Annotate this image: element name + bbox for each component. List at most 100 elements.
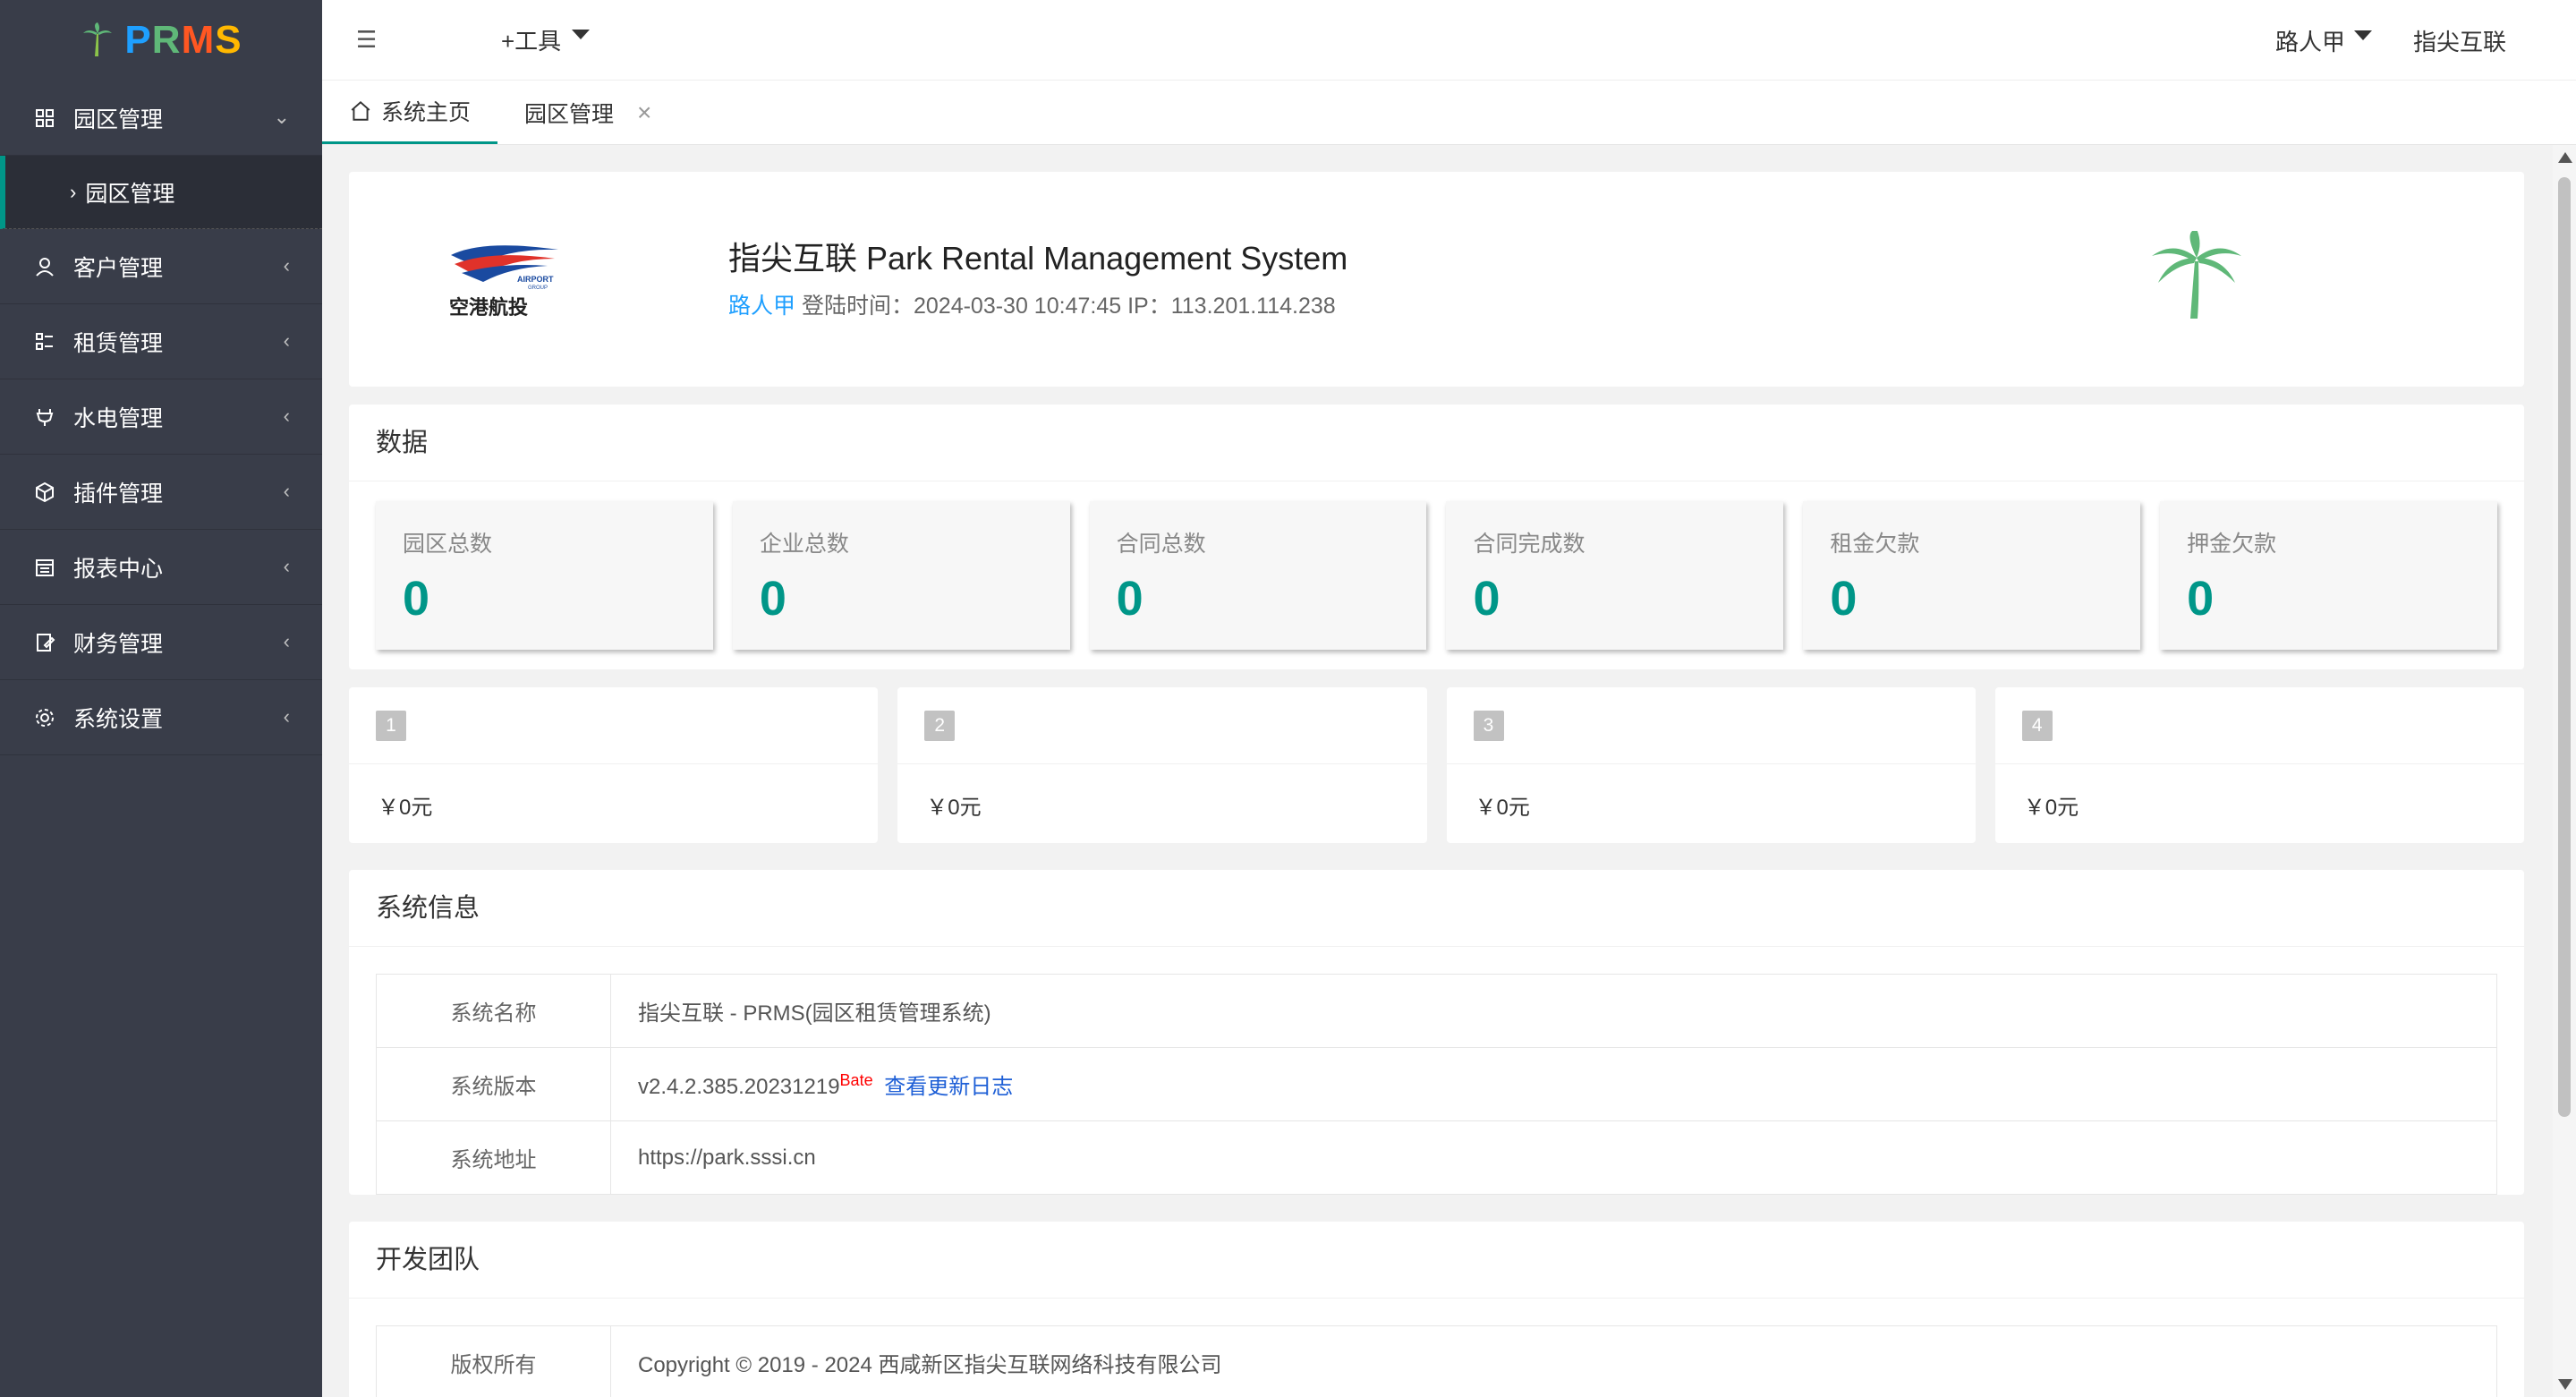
caret-down-icon	[572, 30, 591, 39]
palm-tree-icon	[2152, 231, 2241, 319]
tools-label: +工具	[501, 28, 562, 55]
sidebar-item-reports[interactable]: 报表中心 ‹	[0, 530, 322, 605]
chevron-down-icon: ⌄	[273, 106, 290, 128]
sidebar-item-plugins[interactable]: 插件管理 ‹	[0, 455, 322, 530]
stat-value: 0	[1116, 572, 1143, 626]
report-icon	[32, 555, 57, 580]
chevron-left-icon: ‹	[283, 630, 290, 652]
chevron-left-icon: ‹	[283, 480, 290, 502]
stat-label: 企业总数	[759, 532, 849, 557]
company-link[interactable]: 指尖互联	[2413, 24, 2506, 57]
data-card: 数据 园区总数 0 企业总数 0 合同总数 0 合同完成数 0 租金欠款 0 押…	[349, 405, 2524, 669]
sidebar-subitem-park[interactable]: › 园区管理	[0, 156, 322, 229]
logo-en-text-2: GROUP	[528, 285, 548, 291]
sidebar-item-label: 财务管理	[73, 631, 164, 657]
tab-park[interactable]: 园区管理 ×	[497, 81, 678, 144]
money-card: 1 ￥0元	[349, 687, 879, 843]
money-card: 3 ￥0元	[1446, 687, 1976, 843]
sidebar-item-settings[interactable]: 系统设置 ‹	[0, 680, 322, 755]
company-logo: AIRPORT GROUP 空港航投	[447, 239, 564, 324]
money-card-head: 2	[897, 687, 1427, 764]
sidebar-item-park[interactable]: 园区管理 ⌄	[0, 81, 322, 156]
money-card: 2 ￥0元	[897, 687, 1427, 843]
stat-company-count[interactable]: 企业总数 0	[732, 501, 1070, 650]
table-row: 系统版本 v2.4.2.385.20231219Bate 查看更新日志	[376, 1047, 2497, 1121]
stat-value: 0	[2187, 572, 2215, 626]
stat-value: 0	[403, 572, 430, 626]
scrollbar[interactable]	[2553, 145, 2576, 1397]
index-badge: 4	[2021, 710, 2053, 741]
tab-label: 系统主页	[381, 100, 472, 125]
close-icon[interactable]: ×	[637, 98, 651, 127]
welcome-user-name[interactable]: 路人甲	[728, 294, 795, 319]
login-meta: 路人甲 登陆时间：2024-03-30 10:47:45 IP：113.201.…	[728, 288, 1336, 320]
tab-label: 园区管理	[524, 101, 615, 127]
money-value: ￥0元	[1475, 796, 1530, 820]
stat-contract-count[interactable]: 合同总数 0	[1089, 501, 1427, 650]
scroll-thumb[interactable]	[2558, 177, 2571, 1117]
sidebar-item-label: 报表中心	[73, 556, 164, 582]
money-row: 1 ￥0元 2 ￥0元 3 ￥0元 4 ￥0元	[349, 687, 2524, 843]
scroll-down-icon[interactable]	[2558, 1379, 2572, 1390]
user-name: 路人甲	[2274, 28, 2345, 55]
finance-icon	[32, 630, 57, 655]
stat-deposit-arrears[interactable]: 押金欠款 0	[2160, 501, 2497, 650]
dev-team-table: 版权所有 Copyright © 2019 - 2024 西咸新区指尖互联网络科…	[376, 1325, 2497, 1397]
stat-value: 0	[1473, 572, 1501, 626]
sidebar-item-label: 系统设置	[73, 706, 164, 732]
tools-dropdown[interactable]: +工具	[501, 23, 591, 56]
user-menu[interactable]: 路人甲	[2275, 24, 2372, 57]
table-row: 系统名称 指尖互联 - PRMS(园区租赁管理系统)	[376, 974, 2497, 1048]
changelog-link[interactable]: 查看更新日志	[884, 1075, 1013, 1099]
sidebar: PRMS 园区管理 ⌄ › 园区管理 客户管理 ‹ 租赁管理 ‹ 水电管理 ‹	[0, 0, 322, 1397]
cube-icon	[32, 480, 57, 505]
scroll-up-icon[interactable]	[2558, 152, 2572, 163]
home-icon	[351, 100, 370, 121]
stat-label: 租金欠款	[1830, 532, 1920, 557]
welcome-title: 指尖互联 Park Rental Management System	[728, 240, 1348, 277]
caret-down-icon	[2353, 30, 2372, 40]
system-info-card: 系统信息 系统名称 指尖互联 - PRMS(园区租赁管理系统) 系统版本 v2.…	[349, 870, 2524, 1195]
sidebar-item-utilities[interactable]: 水电管理 ‹	[0, 379, 322, 455]
table-row: 版权所有 Copyright © 2019 - 2024 西咸新区指尖互联网络科…	[376, 1325, 2497, 1397]
stat-park-count[interactable]: 园区总数 0	[376, 501, 713, 650]
sidebar-item-label: 客户管理	[73, 255, 164, 281]
sidebar-item-lease[interactable]: 租赁管理 ‹	[0, 304, 322, 379]
logo-letter: S	[215, 18, 242, 62]
sidebar-subitem-label: 园区管理	[85, 181, 175, 207]
tab-home[interactable]: 系统主页	[322, 81, 498, 144]
section-title: 系统信息	[349, 870, 2524, 947]
sidebar-item-customer[interactable]: 客户管理 ‹	[0, 229, 322, 304]
grid-icon	[32, 106, 57, 131]
beta-tag: Bate	[839, 1071, 873, 1089]
money-value: ￥0元	[2023, 796, 2079, 820]
main-content: AIRPORT GROUP 空港航投 指尖互联 Park Rental Mana…	[349, 172, 2524, 1397]
header-right: 路人甲 指尖互联	[2275, 0, 2506, 81]
section-title: 数据	[349, 405, 2524, 481]
stat-rent-arrears[interactable]: 租金欠款 0	[1803, 501, 2141, 650]
chevron-right-icon: ›	[70, 180, 77, 203]
stat-label: 合同总数	[1116, 532, 1206, 557]
system-info-table: 系统名称 指尖互联 - PRMS(园区租赁管理系统) 系统版本 v2.4.2.3…	[376, 974, 2497, 1195]
sidebar-item-finance[interactable]: 财务管理 ‹	[0, 605, 322, 680]
table-value-cell: v2.4.2.385.20231219Bate 查看更新日志	[610, 1047, 2497, 1121]
logo-cn-text: 空港航投	[449, 296, 528, 319]
stat-label: 押金欠款	[2187, 532, 2277, 557]
money-value: ￥0元	[378, 796, 433, 820]
plug-icon	[32, 405, 57, 430]
list-icon	[32, 329, 57, 354]
user-icon	[32, 254, 57, 279]
chevron-left-icon: ‹	[283, 705, 290, 728]
version-text: v2.4.2.385.20231219	[638, 1075, 840, 1099]
sidebar-item-label: 插件管理	[73, 481, 164, 507]
app-logo[interactable]: PRMS	[0, 0, 322, 81]
table-key: 系统版本	[376, 1047, 611, 1121]
menu-toggle-icon[interactable]: ☰	[356, 26, 410, 54]
table-value: 指尖互联 - PRMS(园区租赁管理系统)	[610, 974, 2497, 1048]
stat-contract-done[interactable]: 合同完成数 0	[1446, 501, 1784, 650]
chevron-left-icon: ‹	[283, 329, 290, 352]
chevron-left-icon: ‹	[283, 254, 290, 277]
stat-value: 0	[759, 572, 786, 626]
index-badge: 2	[924, 710, 956, 741]
index-badge: 1	[376, 710, 406, 741]
